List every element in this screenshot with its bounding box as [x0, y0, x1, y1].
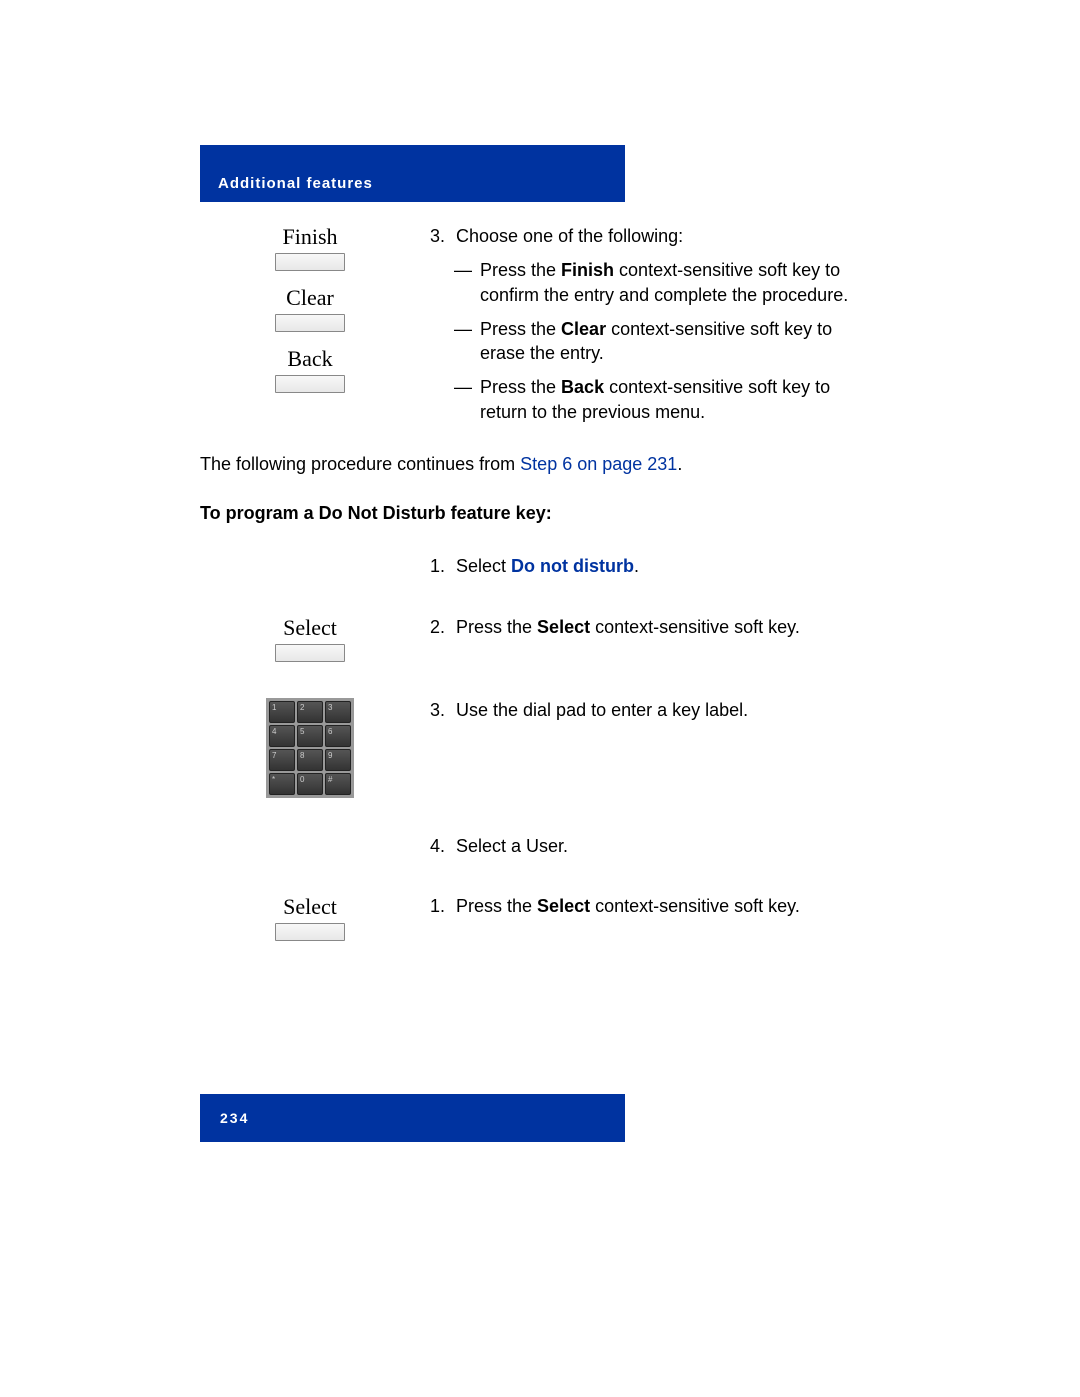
dnd-step-5-text: 1. Press the Select context-sensitive so…	[420, 894, 880, 918]
step-3-option-2: — Press the Clear context-sensitive soft…	[430, 317, 880, 366]
select-label-2: Select	[283, 894, 337, 920]
dnd-step-4: 4. Select a User.	[200, 834, 880, 858]
back-softkey: Back	[275, 346, 345, 393]
continue-paragraph: The following procedure continues from S…	[200, 452, 880, 477]
finish-softkey: Finish	[275, 224, 345, 271]
step-number: 4.	[430, 834, 456, 858]
softkey-column: Finish Clear Back	[200, 224, 420, 393]
header-title: Additional features	[218, 175, 373, 192]
dialkey[interactable]: 4	[269, 725, 295, 747]
dash-icon: —	[454, 258, 480, 307]
finish-label: Finish	[282, 224, 337, 250]
header-bar: Additional features	[200, 145, 625, 202]
option-3-text: Press the Back context-sensitive soft ke…	[480, 375, 880, 424]
select-button[interactable]	[275, 644, 345, 662]
page-content: Additional features Finish Clear Back	[200, 145, 880, 977]
footer-bar: 234	[200, 1094, 625, 1142]
dash-icon: —	[454, 375, 480, 424]
step-number: 2.	[430, 615, 456, 639]
dialkey[interactable]: #	[325, 773, 351, 795]
dnd-step-1: 1. Select Do not disturb.	[200, 554, 880, 578]
dnd-heading: To program a Do Not Disturb feature key:	[200, 503, 880, 524]
select-keyword-2: Select	[537, 896, 590, 916]
dnd-step-2-text: 2. Press the Select context-sensitive so…	[420, 615, 880, 639]
dialkey[interactable]: 8	[297, 749, 323, 771]
select-softkey-2: Select	[275, 894, 345, 941]
step-3-intro-text: Choose one of the following:	[456, 224, 683, 248]
dialkey[interactable]: 0	[297, 773, 323, 795]
select-label: Select	[283, 615, 337, 641]
dash-icon: —	[454, 317, 480, 366]
step-3-number: 3.	[430, 224, 456, 248]
option-1-text: Press the Finish context-sensitive soft …	[480, 258, 880, 307]
dnd-step-3-text: 3. Use the dial pad to enter a key label…	[420, 698, 880, 722]
softkey-group: Finish Clear Back	[275, 224, 345, 393]
step-3-option-1: — Press the Finish context-sensitive sof…	[430, 258, 880, 307]
clear-label: Clear	[286, 285, 334, 311]
dialkey[interactable]: 2	[297, 701, 323, 723]
clear-keyword: Clear	[561, 319, 606, 339]
step-3-intro: 3. Choose one of the following:	[430, 224, 880, 248]
dialpad-col: 1 2 3 4 5 6 7 8 9 * 0 #	[200, 698, 420, 798]
select-button-2[interactable]	[275, 923, 345, 941]
dialkey[interactable]: 3	[325, 701, 351, 723]
dnd-step-5: Select 1. Press the Select context-sensi…	[200, 894, 880, 941]
dialkey[interactable]: 1	[269, 701, 295, 723]
finish-keyword: Finish	[561, 260, 614, 280]
step-number: 1.	[430, 554, 456, 578]
page-number: 234	[220, 1110, 249, 1126]
main-content: Finish Clear Back 3. Choose on	[200, 202, 880, 941]
finish-button[interactable]	[275, 253, 345, 271]
dialkey[interactable]: 5	[297, 725, 323, 747]
dialpad-icon: 1 2 3 4 5 6 7 8 9 * 0 #	[266, 698, 354, 798]
clear-button[interactable]	[275, 314, 345, 332]
dialkey[interactable]: 9	[325, 749, 351, 771]
select-softkey-col-2: Select	[200, 894, 420, 941]
dnd-step-2: Select 2. Press the Select context-sensi…	[200, 615, 880, 662]
dialkey[interactable]: 6	[325, 725, 351, 747]
dnd-step-3: 1 2 3 4 5 6 7 8 9 * 0 # 3. Use the dia	[200, 698, 880, 798]
step-6-link[interactable]: Step 6 on page 231	[520, 454, 677, 474]
dialkey[interactable]: 7	[269, 749, 295, 771]
back-button[interactable]	[275, 375, 345, 393]
step-3-text: 3. Choose one of the following: — Press …	[420, 224, 880, 424]
dnd-step-4-text: 4. Select a User.	[420, 834, 880, 858]
dialkey[interactable]: *	[269, 773, 295, 795]
select-softkey: Select	[275, 615, 345, 662]
select-softkey-col: Select	[200, 615, 420, 662]
step-number: 1.	[430, 894, 456, 918]
back-keyword: Back	[561, 377, 604, 397]
dnd-keyword: Do not disturb	[511, 556, 634, 576]
step-3-row: Finish Clear Back 3. Choose on	[200, 224, 880, 424]
step-3-option-3: — Press the Back context-sensitive soft …	[430, 375, 880, 424]
select-keyword: Select	[537, 617, 590, 637]
clear-softkey: Clear	[275, 285, 345, 332]
dnd-step-1-text: 1. Select Do not disturb.	[420, 554, 880, 578]
step-number: 3.	[430, 698, 456, 722]
option-2-text: Press the Clear context-sensitive soft k…	[480, 317, 880, 366]
back-label: Back	[287, 346, 332, 372]
